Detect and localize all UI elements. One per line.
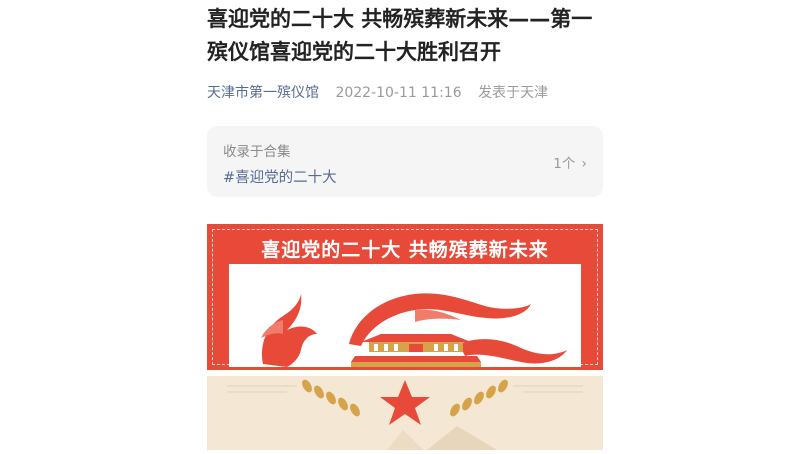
banner-title: 喜迎党的二十大 共畅殡葬新未来 bbox=[261, 239, 549, 261]
publish-location: 发表于天津 bbox=[478, 85, 549, 101]
star-icon bbox=[380, 380, 430, 425]
article-title: 喜迎党的二十大 共畅殡葬新未来——第一殡仪馆喜迎党的二十大胜利召开 bbox=[207, 7, 593, 64]
banner-scene bbox=[229, 264, 581, 367]
collection-count[interactable]: 1个 › bbox=[553, 152, 587, 172]
collection-count-text: 1个 bbox=[553, 156, 576, 172]
banner-illustration bbox=[261, 293, 567, 367]
collection-card[interactable]: 收录于合集 #喜迎党的二十大 1个 › bbox=[207, 126, 603, 197]
article-meta: 天津市第一殡仪馆 2022-10-11 11:16 发表于天津 bbox=[207, 82, 603, 102]
red-ribbon-icon bbox=[349, 293, 567, 364]
article: 喜迎党的二十大 共畅殡葬新未来——第一殡仪馆喜迎党的二十大胜利召开 天津市第一殡… bbox=[207, 0, 603, 197]
banner-emblem bbox=[227, 379, 583, 450]
chevron-right-icon: › bbox=[581, 156, 587, 172]
collection-label: 收录于合集 bbox=[223, 144, 291, 160]
banner-red-panel: 喜迎党的二十大 共畅殡葬新未来 bbox=[207, 224, 603, 370]
publish-time: 2022-10-11 11:16 bbox=[335, 85, 462, 101]
author-link[interactable]: 天津市第一殡仪馆 bbox=[207, 85, 319, 101]
dove-icon bbox=[261, 294, 317, 367]
article-banner-image: 喜迎党的二十大 共畅殡葬新未来 bbox=[207, 224, 603, 450]
banner-beige-panel bbox=[207, 376, 603, 450]
tiananmen-icon bbox=[351, 334, 481, 367]
collection-tag[interactable]: #喜迎党的二十大 bbox=[223, 166, 587, 187]
